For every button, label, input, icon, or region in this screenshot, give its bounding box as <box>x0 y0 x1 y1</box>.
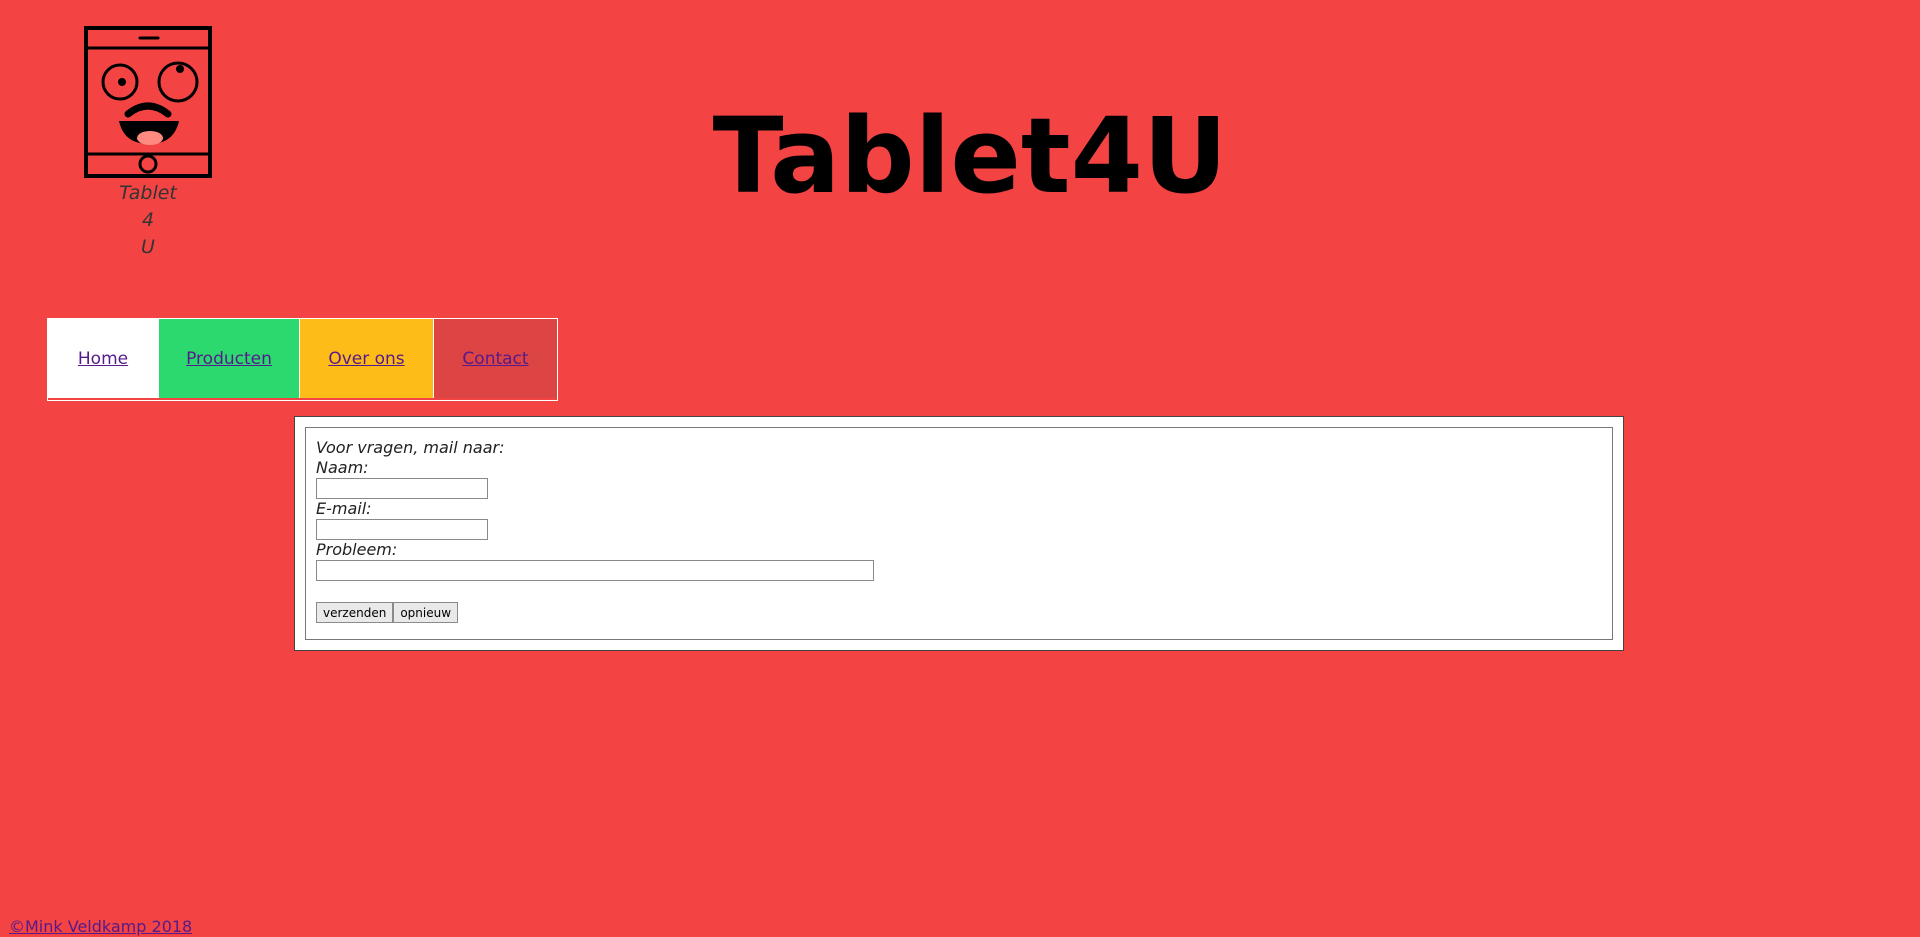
contact-form-panel: Voor vragen, mail naar: Naam: E-mail: Pr… <box>294 416 1624 651</box>
footer-copyright-link[interactable]: ©Mink Veldkamp 2018 <box>9 917 192 937</box>
form-intro: Voor vragen, mail naar: <box>316 438 505 457</box>
email-field[interactable] <box>316 519 488 540</box>
nav-link-contact[interactable]: Contact <box>434 319 557 398</box>
name-label: Naam: <box>316 458 369 477</box>
logo-caption-line: U <box>141 236 155 258</box>
form-buttons: verzenden opnieuw <box>316 602 874 623</box>
email-label: E-mail: <box>316 499 372 518</box>
nav-link-home[interactable]: Home <box>48 319 159 398</box>
nav-link-about[interactable]: Over ons <box>300 319 434 398</box>
reset-button[interactable]: opnieuw <box>393 602 459 623</box>
name-field[interactable] <box>316 478 488 499</box>
contact-form: Voor vragen, mail naar: Naam: E-mail: Pr… <box>316 438 874 623</box>
problem-label: Probleem: <box>316 540 398 559</box>
contact-form-fieldset: Voor vragen, mail naar: Naam: E-mail: Pr… <box>305 427 1613 640</box>
problem-field[interactable] <box>316 560 874 581</box>
site-title: Tablet4U <box>712 95 1228 217</box>
main-nav: Home Producten Over ons Contact <box>47 318 558 401</box>
nav-link-products[interactable]: Producten <box>159 319 300 398</box>
submit-button[interactable]: verzenden <box>316 602 394 623</box>
